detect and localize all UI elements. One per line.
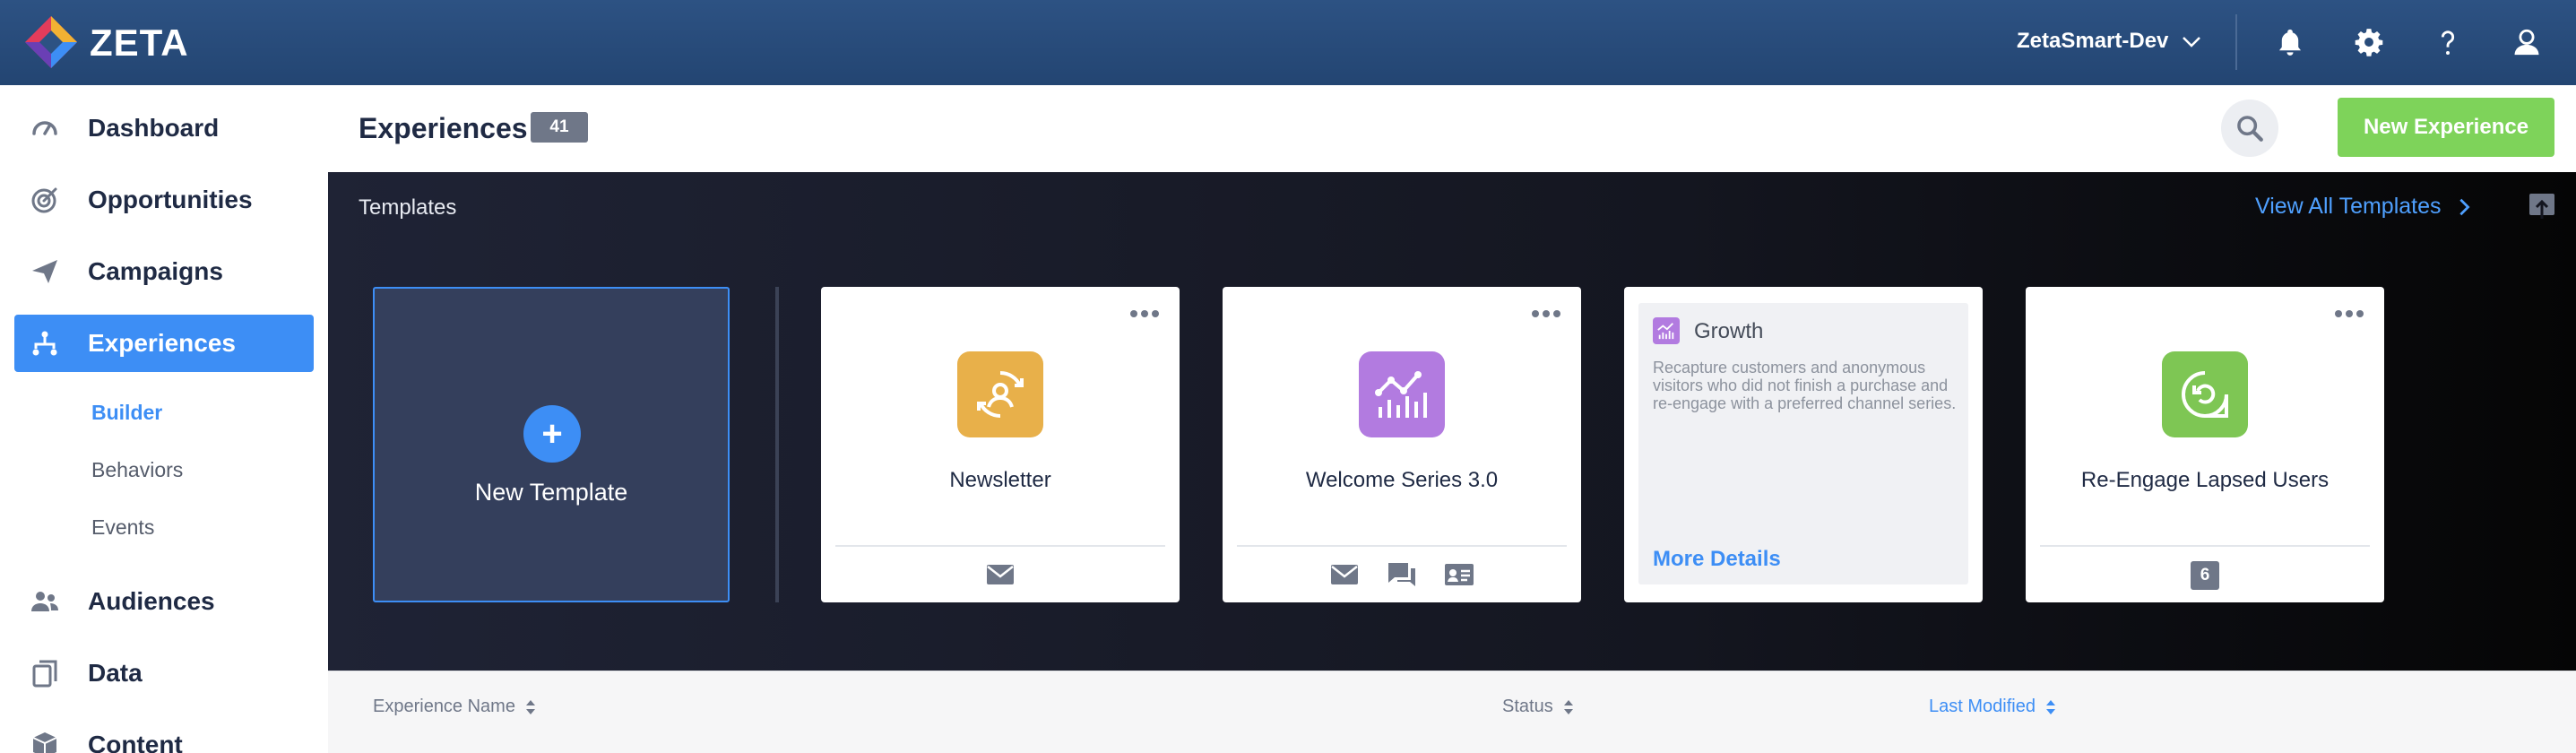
more-options-icon[interactable]: [2334, 307, 2364, 317]
card-divider: [835, 545, 1165, 547]
column-header-last-modified[interactable]: Last Modified: [1929, 697, 2057, 717]
people-icon: [30, 587, 59, 616]
sidebar-item-content[interactable]: Content: [14, 716, 314, 753]
column-label: Last Modified: [1929, 697, 2036, 716]
card-divider: [1237, 545, 1567, 547]
sort-icon: [525, 699, 535, 714]
sidebar-item-label: Content: [88, 731, 183, 753]
templates-panel: Templates View All Templates + New Templ…: [328, 172, 2576, 671]
account-name: ZetaSmart-Dev: [2017, 29, 2169, 53]
sidebar-item-label: Experiences: [88, 329, 236, 357]
column-header-status[interactable]: Status: [1502, 697, 1575, 717]
sort-icon: [1563, 699, 1573, 714]
sidebar-item-experiences[interactable]: Experiences: [14, 315, 314, 372]
template-name: Re-Engage Lapsed Users: [2080, 468, 2330, 492]
bell-icon[interactable]: [2273, 25, 2307, 59]
channel-list: [821, 561, 1180, 588]
user-icon[interactable]: [2510, 25, 2544, 59]
sidebar-item-opportunities[interactable]: Opportunities: [14, 171, 314, 229]
card-divider: [2040, 545, 2370, 547]
subnav-events[interactable]: Events: [91, 515, 154, 540]
template-card-re-engage[interactable]: Re-Engage Lapsed Users 6: [2026, 287, 2384, 602]
sidebar-item-label: Data: [88, 659, 143, 687]
email-icon: [987, 565, 1014, 584]
flow-icon: [30, 329, 59, 358]
page-title: Experiences: [359, 112, 528, 144]
sidebar-item-label: Campaigns: [88, 257, 223, 285]
subnav-builder[interactable]: Builder: [91, 401, 162, 425]
more-options-icon[interactable]: [1531, 307, 1561, 317]
column-label: Status: [1502, 697, 1553, 716]
files-icon: [30, 659, 59, 688]
new-template-label: New Template: [474, 479, 628, 506]
sidebar-item-label: Dashboard: [88, 114, 220, 142]
topbar-divider: [2235, 14, 2237, 70]
plus-icon: +: [523, 405, 581, 463]
experience-count-badge: 41: [531, 112, 588, 143]
template-card-newsletter[interactable]: Newsletter: [821, 287, 1180, 602]
target-icon: [30, 186, 59, 214]
more-options-icon[interactable]: [1129, 307, 1160, 317]
channel-list: 6: [2026, 561, 2384, 590]
chevron-down-icon: [2183, 37, 2201, 48]
template-name: Welcome Series 3.0: [1305, 468, 1499, 492]
search-icon: [2237, 116, 2263, 142]
chart-growth-icon: [1359, 351, 1445, 437]
account-switcher[interactable]: ZetaSmart-Dev: [2017, 29, 2202, 54]
chevron-right-icon: [2459, 198, 2470, 215]
sidebar-item-campaigns[interactable]: Campaigns: [14, 243, 314, 300]
email-icon: [1331, 565, 1358, 584]
sidebar-item-data[interactable]: Data: [14, 645, 314, 702]
sidebar-item-label: Audiences: [88, 587, 215, 615]
paper-plane-icon: [30, 257, 59, 286]
more-details-link[interactable]: More Details: [1653, 547, 1781, 572]
gear-icon[interactable]: [2352, 25, 2386, 59]
new-template-card[interactable]: + New Template: [373, 287, 730, 602]
upload-icon[interactable]: [2528, 192, 2556, 221]
top-bar: ZETA ZetaSmart-Dev: [0, 0, 2576, 85]
id-card-icon: [1445, 564, 1474, 585]
newsletter-icon: [957, 351, 1043, 437]
zeta-logo-icon[interactable]: [23, 14, 79, 70]
template-name: Newsletter: [949, 468, 1051, 492]
channel-count-badge: 6: [2191, 561, 2219, 590]
sidebar-item-dashboard[interactable]: Dashboard: [14, 100, 314, 157]
template-name: Growth: [1694, 319, 1764, 343]
template-card-growth[interactable]: Growth Recapture customers and anonymous…: [1624, 287, 1983, 602]
page-header: Experiences 41 New Experience: [328, 85, 2576, 172]
view-all-templates-link[interactable]: View All Templates: [2255, 194, 2474, 220]
gauge-icon: [30, 114, 59, 143]
template-card-welcome-series[interactable]: Welcome Series 3.0: [1223, 287, 1581, 602]
template-description: Recapture customers and anonymous visito…: [1653, 359, 1957, 412]
view-all-label: View All Templates: [2255, 194, 2442, 219]
templates-divider: [775, 287, 779, 602]
sidebar-item-label: Opportunities: [88, 186, 253, 213]
sort-icon: [2045, 699, 2055, 714]
channel-list: [1223, 561, 1581, 588]
search-button[interactable]: [2221, 100, 2278, 157]
help-icon[interactable]: [2431, 25, 2465, 59]
chat-icon: [1388, 563, 1415, 586]
box-icon: [30, 731, 59, 753]
re-engage-icon: [2162, 351, 2248, 437]
experiences-table-header: Experience Name Status Last Modified: [328, 671, 2576, 753]
chart-growth-icon: [1653, 317, 1680, 344]
subnav-behaviors[interactable]: Behaviors: [91, 458, 183, 482]
sidebar: Dashboard Opportunities Campaigns Experi…: [0, 85, 328, 753]
brand-name: ZETA: [90, 22, 189, 64]
templates-title: Templates: [359, 195, 457, 220]
column-header-experience-name[interactable]: Experience Name: [373, 697, 537, 717]
template-details: Growth Recapture customers and anonymous…: [1638, 303, 1968, 584]
column-label: Experience Name: [373, 697, 515, 716]
sidebar-item-audiences[interactable]: Audiences: [14, 573, 314, 630]
new-experience-button[interactable]: New Experience: [2338, 98, 2554, 157]
